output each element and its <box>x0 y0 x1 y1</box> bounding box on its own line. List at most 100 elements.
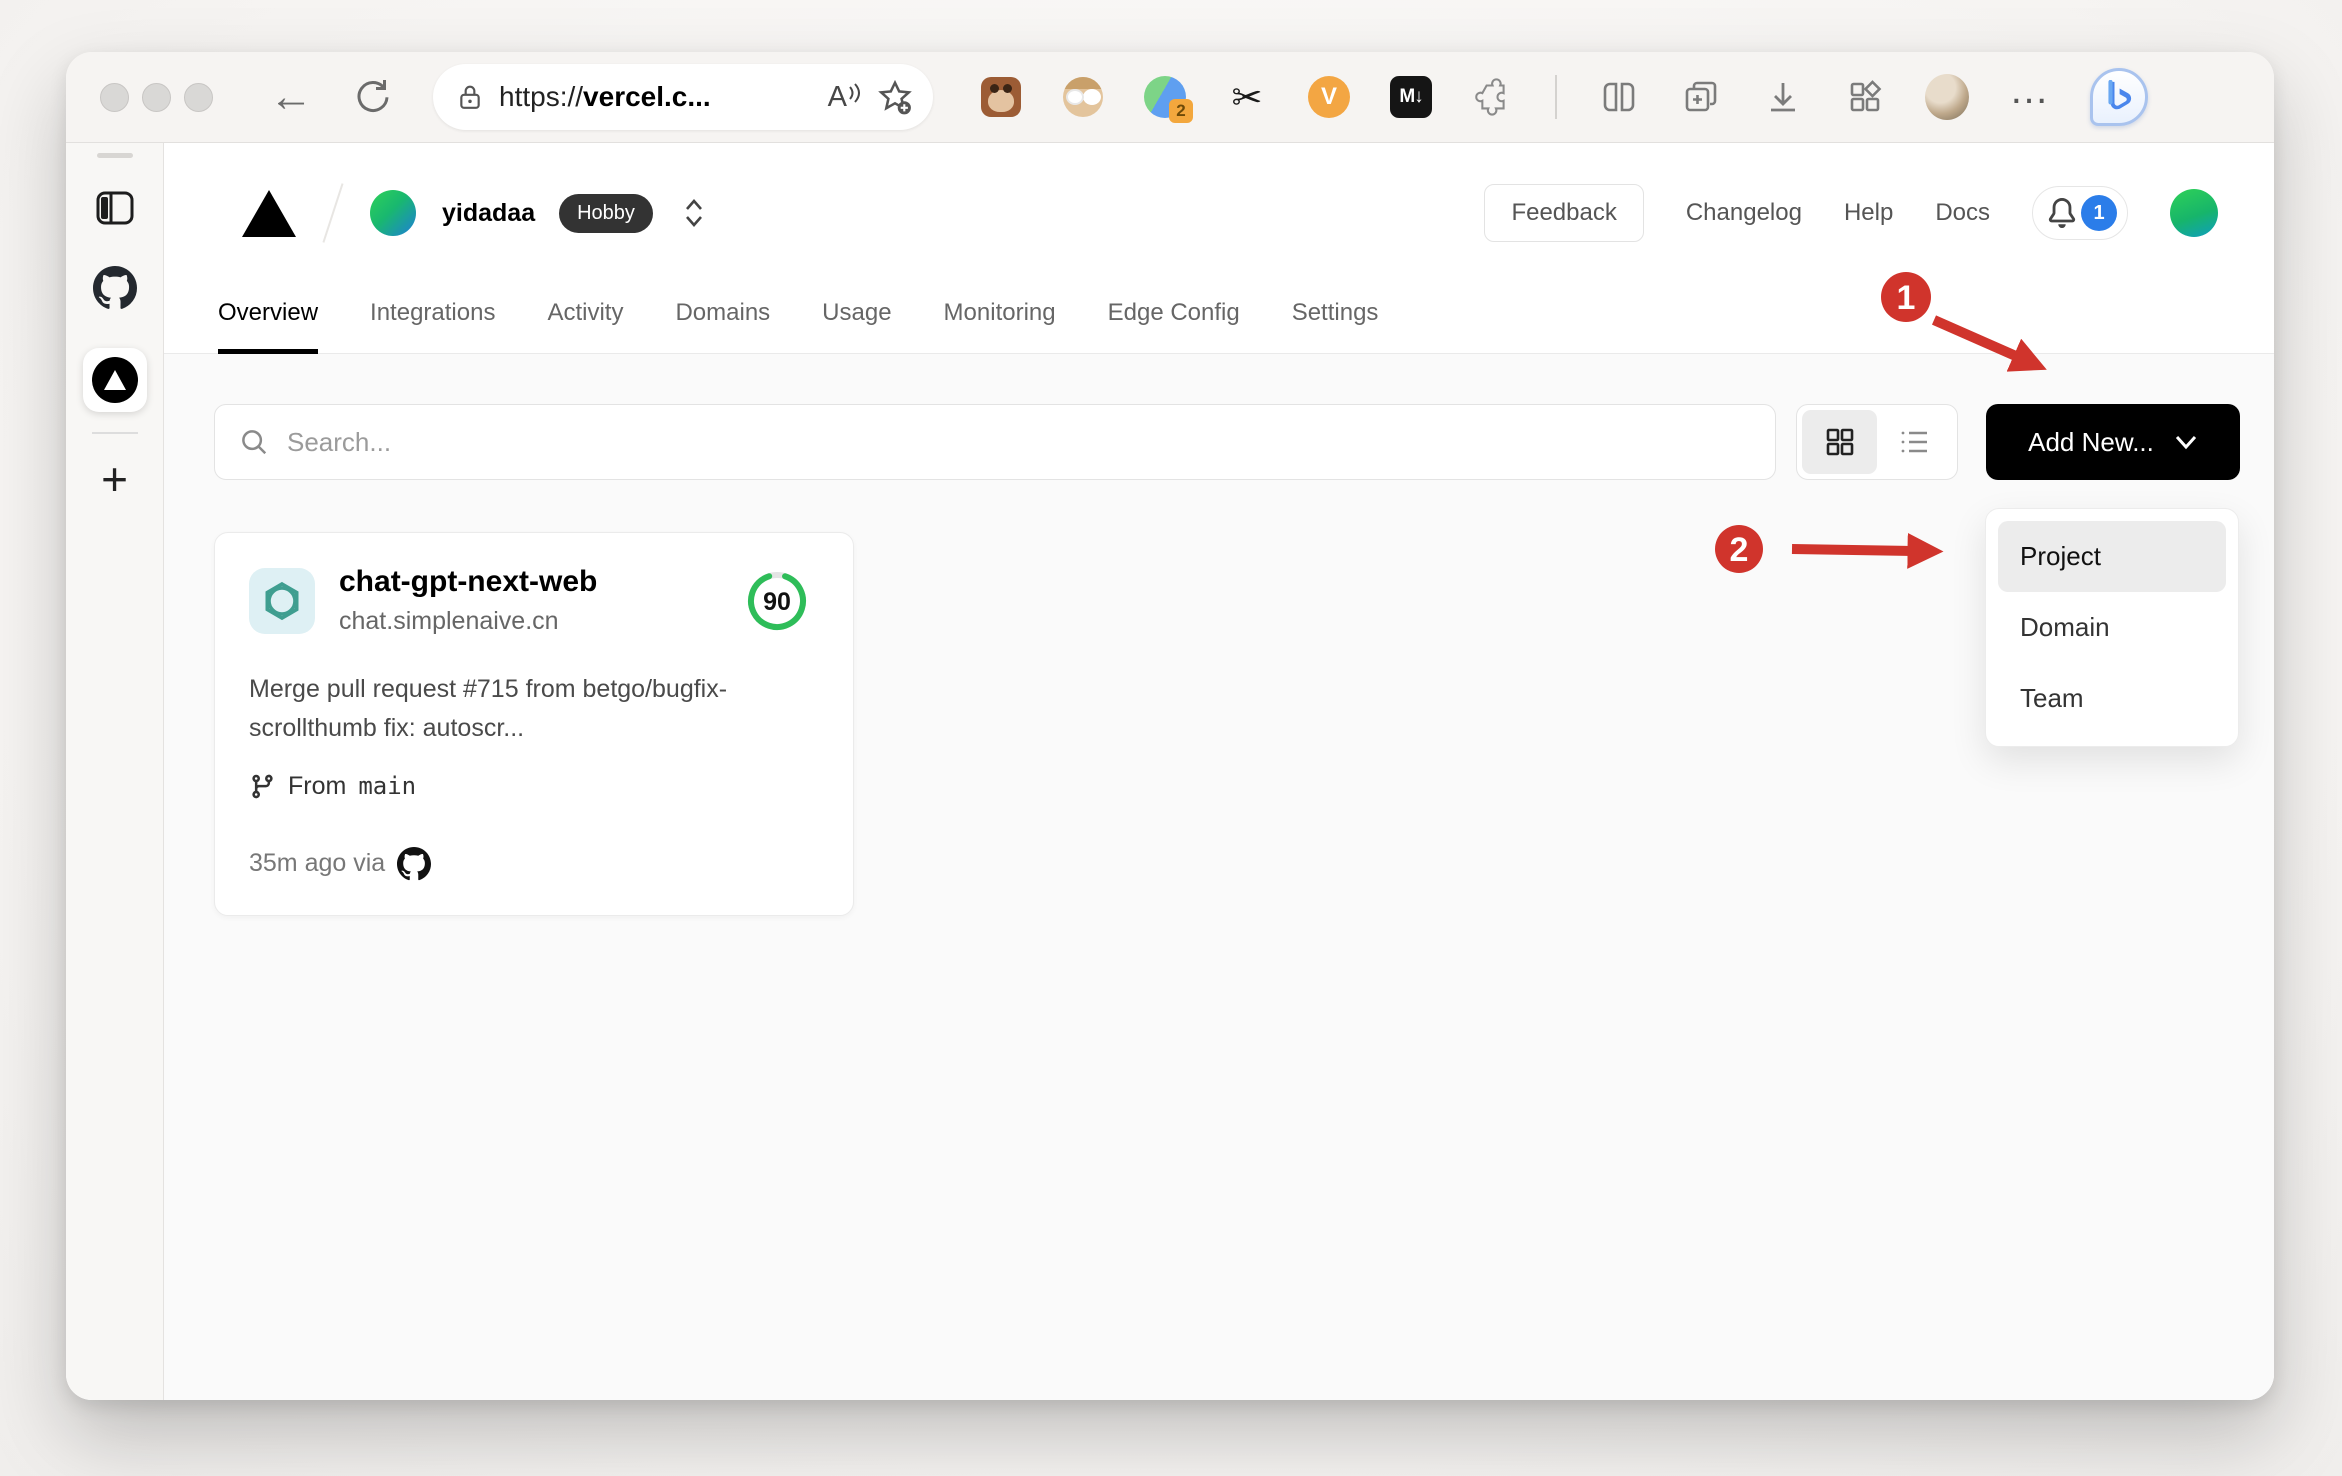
list-view-button[interactable] <box>1877 410 1952 474</box>
projects-toolbar: Add New... <box>214 404 2240 480</box>
read-aloud-button[interactable]: A <box>828 81 861 114</box>
back-button[interactable]: ← <box>269 75 313 119</box>
puzzle-icon <box>1475 78 1505 116</box>
minimize-window-button[interactable] <box>142 82 171 112</box>
monkey-icon <box>981 77 1021 117</box>
close-window-button[interactable] <box>100 82 129 112</box>
refresh-button[interactable] <box>353 77 393 117</box>
grid-view-icon <box>1826 428 1853 456</box>
git-branch-icon <box>252 774 273 798</box>
project-card[interactable]: chat-gpt-next-web chat.simplenaive.cn 90 <box>214 532 854 916</box>
browser-window: ← https://vercel.c... A 2 ✂ V M↓ … + yid… <box>66 52 2274 1400</box>
url-scheme: https:// <box>499 81 584 112</box>
score-value: 90 <box>763 588 791 616</box>
search-box <box>214 404 1776 480</box>
branch-row: From main <box>249 772 819 801</box>
team-avatar <box>370 190 416 236</box>
changelog-link[interactable]: Changelog <box>1686 199 1802 227</box>
list-view-icon <box>1901 431 1927 453</box>
extension-markdown[interactable]: M↓ <box>1389 75 1433 119</box>
extensions-menu-button[interactable] <box>1471 75 1515 119</box>
feedback-button[interactable]: Feedback <box>1484 184 1644 242</box>
star-plus-icon <box>878 79 912 115</box>
from-label: From <box>288 771 347 800</box>
split-screen-button[interactable] <box>1597 75 1641 119</box>
bing-chat-button[interactable] <box>2089 68 2149 126</box>
tabstrip-divider <box>91 432 138 434</box>
sound-waves-icon <box>849 82 860 103</box>
vertical-tab-strip: + <box>66 143 164 1400</box>
add-new-dropdown: Project Domain Team <box>1985 508 2239 747</box>
notifications-button[interactable]: 1 <box>2032 186 2128 240</box>
new-tab-button[interactable]: + <box>101 456 128 502</box>
extension-badge: 2 <box>1169 99 1193 123</box>
settings-more-button[interactable]: … <box>2007 68 2051 119</box>
extension-v[interactable]: V <box>1307 75 1351 119</box>
project-name: chat-gpt-next-web <box>339 565 598 598</box>
download-icon <box>1771 83 1795 112</box>
collections-button[interactable] <box>1679 75 1723 119</box>
lock-icon <box>460 85 480 109</box>
dropdown-item-team[interactable]: Team <box>1998 663 2226 734</box>
collections-icon <box>1685 81 1717 112</box>
extension-monkey[interactable] <box>979 75 1023 119</box>
github-source-icon <box>397 846 432 880</box>
glasses-face-icon <box>1063 77 1103 117</box>
chevron-down-icon <box>2175 435 2196 450</box>
sidebar-panel-icon <box>96 191 133 225</box>
url-host: vercel.c... <box>583 81 711 112</box>
markdown-icon: M↓ <box>1390 76 1432 118</box>
tab-monitoring[interactable]: Monitoring <box>944 283 1056 353</box>
project-domain[interactable]: chat.simplenaive.cn <box>339 607 597 636</box>
docs-link[interactable]: Docs <box>1935 199 1990 227</box>
vercel-dashboard: yidadaa Hobby Feedback Changelog Help Do… <box>164 143 2274 1400</box>
tab-usage[interactable]: Usage <box>822 283 891 353</box>
desktop-background: ← https://vercel.c... A 2 ✂ V M↓ … + yid… <box>0 0 2342 1476</box>
window-controls <box>100 82 213 112</box>
dropdown-item-project[interactable]: Project <box>1998 521 2226 592</box>
downloads-button[interactable] <box>1761 75 1805 119</box>
v-circle-icon: V <box>1308 76 1350 118</box>
vercel-logo[interactable] <box>242 189 296 237</box>
tab-github[interactable] <box>92 266 137 310</box>
tab-domains[interactable]: Domains <box>675 283 770 353</box>
tabstrip-handle[interactable] <box>96 153 133 158</box>
commit-message: Merge pull request #715 from betgo/bugfi… <box>249 675 728 742</box>
browser-profile-button[interactable] <box>1925 74 1969 120</box>
dashboard-header: yidadaa Hobby Feedback Changelog Help Do… <box>164 143 2274 283</box>
project-card-header: chat-gpt-next-web chat.simplenaive.cn 90 <box>249 565 819 636</box>
score-ring: 90 <box>745 569 809 633</box>
extension-avatar-glasses[interactable] <box>1061 75 1105 119</box>
apps-button[interactable] <box>1843 75 1887 119</box>
overview-content: Add New... Project Domain Team <box>164 354 2274 1400</box>
extension-scissors[interactable]: ✂ <box>1225 75 1269 119</box>
back-arrow-icon: ← <box>269 72 313 121</box>
grid-view-button[interactable] <box>1802 410 1877 474</box>
dropdown-item-domain[interactable]: Domain <box>1998 592 2226 663</box>
search-input[interactable] <box>287 426 1755 458</box>
zoom-window-button[interactable] <box>184 82 213 112</box>
tab-vercel-active[interactable] <box>82 348 147 412</box>
tab-settings[interactable]: Settings <box>1292 283 1379 353</box>
tab-activity[interactable]: Activity <box>547 283 623 353</box>
ellipsis-icon: … <box>2009 68 2049 112</box>
deployed-time: 35m ago via <box>249 849 386 877</box>
split-screen-icon <box>1603 82 1635 112</box>
favorites-button[interactable] <box>877 79 913 115</box>
user-avatar[interactable] <box>2170 189 2218 237</box>
add-new-label: Add New... <box>2028 426 2154 457</box>
extension-translate[interactable]: 2 <box>1143 75 1193 123</box>
refresh-icon <box>357 79 389 113</box>
tab-edge-config[interactable]: Edge Config <box>1108 283 1240 353</box>
help-link[interactable]: Help <box>1844 199 1893 227</box>
add-new-button[interactable]: Add New... <box>1986 404 2240 480</box>
tab-integrations[interactable]: Integrations <box>370 283 495 353</box>
plan-badge: Hobby <box>559 193 653 233</box>
plus-icon: + <box>101 453 128 505</box>
tab-overview[interactable]: Overview <box>218 283 319 354</box>
github-icon <box>92 266 137 309</box>
browser-body: + yidadaa Hobby Feedback Changelog Help … <box>66 142 2274 1400</box>
team-switcher-button[interactable] <box>683 197 705 229</box>
toggle-sidebar-pane-button[interactable] <box>95 190 135 226</box>
address-bar[interactable]: https://vercel.c... A <box>433 64 933 130</box>
